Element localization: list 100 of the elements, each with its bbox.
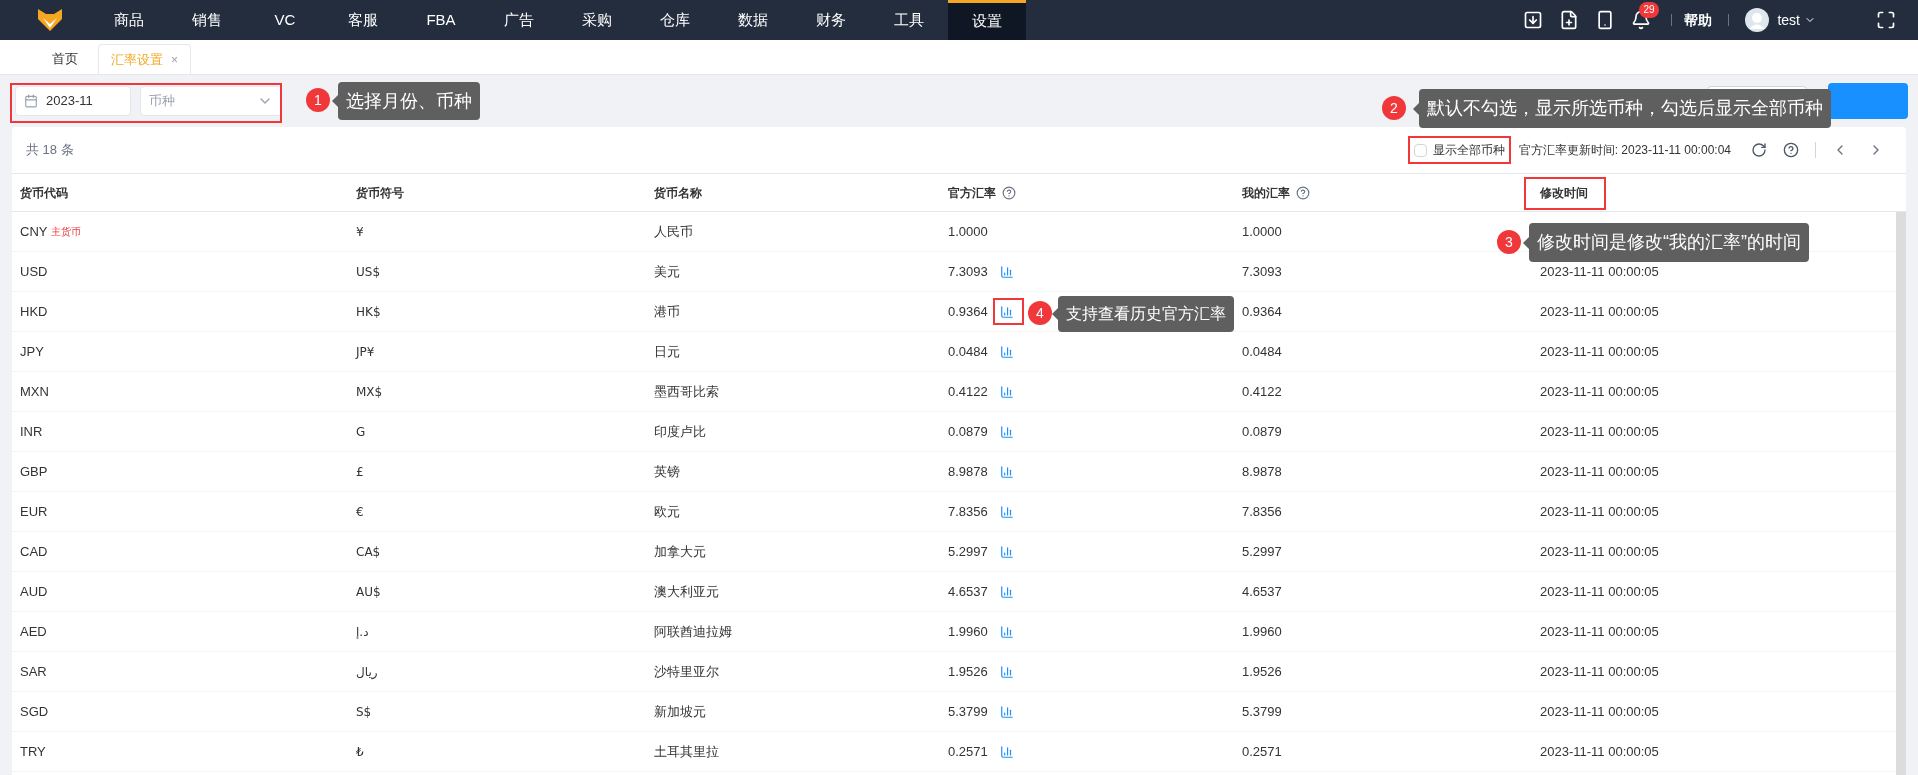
table-cell: JP¥ bbox=[356, 344, 375, 359]
table-cell: 2023-11-11 00:00:05 bbox=[1540, 263, 1659, 279]
help-icon[interactable] bbox=[1296, 185, 1310, 200]
table-cell-text: 0.0879 bbox=[948, 422, 988, 441]
nav-menu-item[interactable]: 财务 bbox=[792, 0, 870, 40]
help-link[interactable]: 帮助 bbox=[1684, 9, 1713, 31]
help-icon[interactable] bbox=[1002, 185, 1016, 200]
month-picker[interactable]: 2023-11 bbox=[15, 86, 131, 116]
nav-menu-item[interactable]: 设置 bbox=[948, 0, 1026, 40]
table-cell: 美元 bbox=[654, 263, 680, 279]
chart-icon[interactable] bbox=[999, 664, 1014, 679]
column-header: 我的汇率 bbox=[1242, 184, 1290, 202]
table-cell-text: 0.4122 bbox=[948, 382, 988, 401]
table-cell: 人民币 bbox=[654, 223, 693, 239]
chart-icon[interactable] bbox=[999, 504, 1014, 519]
nav-menu-item[interactable]: 工具 bbox=[870, 0, 948, 40]
table-cell: € bbox=[356, 504, 364, 519]
table-cell: 5.3799 bbox=[1242, 703, 1282, 719]
chart-icon[interactable] bbox=[999, 544, 1014, 559]
column-header: 货币名称 bbox=[654, 184, 702, 202]
tooltip-pointer bbox=[1413, 102, 1419, 115]
chart-icon[interactable] bbox=[999, 304, 1014, 319]
scrollbar[interactable] bbox=[1896, 212, 1906, 775]
table-cell: 加拿大元 bbox=[654, 543, 706, 559]
table-cell: 2023-11-11 00:00:05 bbox=[1540, 663, 1659, 679]
table-cell: G bbox=[356, 424, 366, 439]
table-cell-text: 1.9960 bbox=[948, 622, 988, 641]
table-cell-text: CNY bbox=[20, 222, 48, 241]
table-cell-text: MXN bbox=[20, 382, 49, 401]
chart-icon[interactable] bbox=[999, 424, 1014, 439]
callout-number: 1 bbox=[306, 88, 330, 112]
tooltip-pointer bbox=[1523, 236, 1529, 249]
nav-menu-item[interactable]: 数据 bbox=[714, 0, 792, 40]
nav-menu-item[interactable]: 客服 bbox=[324, 0, 402, 40]
chart-icon[interactable] bbox=[999, 624, 1014, 639]
table-cell: 0.0879 bbox=[1242, 423, 1282, 439]
table-cell: 沙特里亚尔 bbox=[654, 663, 719, 679]
table-cell-text: CAD bbox=[20, 542, 48, 561]
show-all-checkbox[interactable]: 显示全部币种 bbox=[1413, 141, 1505, 159]
nav-menu-item[interactable]: FBA bbox=[402, 0, 480, 40]
column-header: 货币代码 bbox=[20, 184, 68, 202]
table-cell: د.إ bbox=[356, 624, 369, 639]
chart-icon[interactable] bbox=[999, 384, 1014, 399]
table-cell: 2023-11-11 00:00:05 bbox=[1540, 503, 1659, 519]
chart-icon[interactable] bbox=[999, 344, 1014, 359]
main-currency-tag: 主货币 bbox=[51, 224, 82, 239]
table-cell: 阿联酋迪拉姆 bbox=[654, 623, 732, 639]
table-cell: 2023-11-11 00:00:05 bbox=[1540, 623, 1659, 639]
table-cell-text: GBP bbox=[20, 462, 48, 481]
highlight-frame bbox=[993, 298, 1024, 325]
total-count: 共 18 条 bbox=[26, 141, 74, 160]
column-header: 修改时间 bbox=[1540, 184, 1588, 202]
chart-icon[interactable] bbox=[999, 744, 1014, 759]
table-cell: 2023-11-11 00:00:05 bbox=[1540, 463, 1659, 479]
table-cell: CA$ bbox=[356, 544, 381, 559]
table-cell: 0.4122 bbox=[1242, 383, 1282, 399]
table-cell-text: AED bbox=[20, 622, 47, 641]
table-cell: US$ bbox=[356, 264, 381, 279]
nav-menu-item[interactable]: 销售 bbox=[168, 0, 246, 40]
table-cell: 0.9364 bbox=[1242, 303, 1282, 319]
table-cell-text: HKD bbox=[20, 302, 48, 321]
user-menu[interactable]: test bbox=[1777, 9, 1816, 31]
callout-number: 2 bbox=[1382, 96, 1406, 120]
nav-menu-item[interactable]: 仓库 bbox=[636, 0, 714, 40]
table-cell-text: 5.2997 bbox=[948, 542, 988, 561]
add-document-icon[interactable] bbox=[1559, 10, 1580, 30]
nav-menu-item[interactable]: 广告 bbox=[480, 0, 558, 40]
fullscreen-icon[interactable] bbox=[1876, 10, 1896, 30]
table-cell: 0.2571 bbox=[1242, 743, 1282, 759]
table-cell-text: 0.2571 bbox=[948, 742, 988, 761]
table-cell: ¥ bbox=[356, 224, 364, 239]
table-cell: 2023-11-11 00:00:05 bbox=[1540, 583, 1659, 599]
table-cell: 2023-11-11 00:00:05 bbox=[1540, 423, 1659, 439]
table-cell: 2023-11-11 00:00:05 bbox=[1540, 383, 1659, 399]
table-cell: 港币 bbox=[654, 303, 680, 319]
table-cell: 印度卢比 bbox=[654, 423, 706, 439]
table-cell-text: TRY bbox=[20, 742, 46, 761]
refresh-icon[interactable] bbox=[1751, 142, 1767, 158]
help-icon[interactable] bbox=[1783, 142, 1799, 158]
tooltip-pointer bbox=[1052, 308, 1058, 320]
table-cell: 2023-11-11 00:00:05 bbox=[1540, 743, 1659, 759]
nav-menu-item[interactable]: VC bbox=[246, 0, 324, 40]
chart-icon[interactable] bbox=[999, 584, 1014, 599]
table-cell: 8.9878 bbox=[1242, 463, 1282, 479]
avatar-icon[interactable] bbox=[1745, 8, 1770, 32]
nav-menu-item[interactable]: 采购 bbox=[558, 0, 636, 40]
table-cell: 7.8356 bbox=[1242, 503, 1282, 519]
rate-settings-button[interactable] bbox=[1828, 83, 1908, 119]
table-cell: 2023-11-11 00:00:05 bbox=[1540, 703, 1659, 719]
chart-icon[interactable] bbox=[999, 464, 1014, 479]
download-icon[interactable] bbox=[1523, 10, 1544, 30]
table-cell: 土耳其里拉 bbox=[654, 743, 719, 759]
nav-menu-item[interactable]: 商品 bbox=[90, 0, 168, 40]
table-cell: 1.9526 bbox=[1242, 663, 1282, 679]
chart-icon[interactable] bbox=[999, 704, 1014, 719]
table-cell-text: JPY bbox=[20, 342, 44, 361]
page-tab[interactable]: 首页 bbox=[40, 44, 90, 74]
table-cell-text: AUD bbox=[20, 582, 48, 601]
table-cell: 5.2997 bbox=[1242, 543, 1282, 559]
chart-icon[interactable] bbox=[999, 264, 1014, 279]
